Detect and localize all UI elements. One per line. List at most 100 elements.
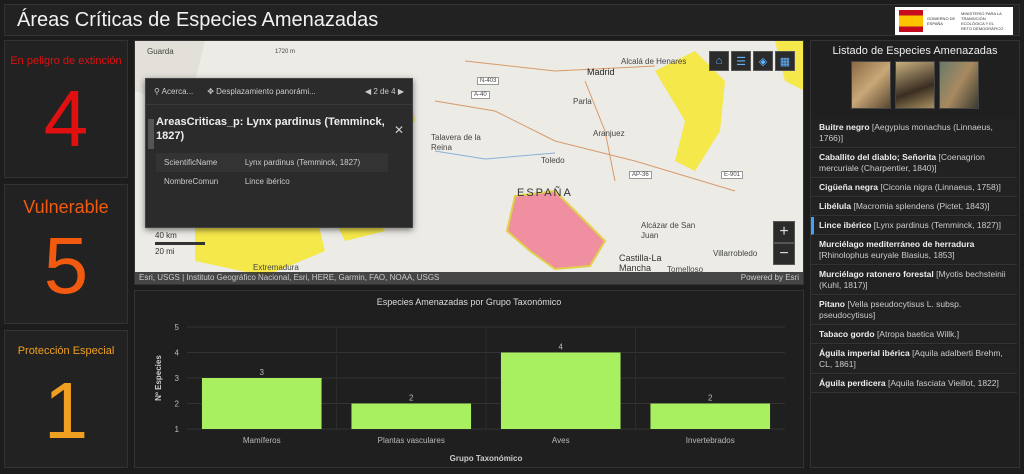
attribute-value: Lynx pardinus (Temminck, 1827): [236, 153, 388, 172]
species-list-item[interactable]: Libélula [Macromia splendens (Pictet, 18…: [811, 198, 1017, 216]
map-view[interactable]: Guarda Madrid Alcalá de Henares Parla Ar…: [134, 40, 804, 285]
map-label: Villarrobledo: [713, 249, 758, 258]
zoom-to-label: Acerca...: [161, 87, 194, 96]
species-list-item[interactable]: Tabaco gordo [Atropa baetica Willk.]: [811, 326, 1017, 344]
spain-flag-icon: [899, 10, 923, 32]
card-value: 5: [43, 221, 89, 310]
y-tick-label: 4: [175, 349, 180, 358]
basemap-gallery-icon[interactable]: ▦: [775, 51, 795, 71]
page-title: Áreas Críticas de Especies Amenazadas: [17, 9, 379, 31]
species-list-item[interactable]: Murciélago ratonero forestal [Myotis bec…: [811, 266, 1017, 295]
lynx-photo[interactable]: [939, 61, 979, 109]
card-proteccion-especial: Protección Especial 1: [4, 330, 128, 468]
zoom-in-button[interactable]: +: [773, 221, 795, 243]
scale-mi: 20 mi: [155, 247, 175, 256]
species-common-name: Murciélago ratonero forestal: [819, 269, 934, 279]
species-list: Buitre negro [Aegypius monachus (Linnaeu…: [811, 119, 1019, 393]
card-label: Vulnerable: [23, 197, 109, 217]
species-scientific-name: [Rhinolophus euryale Blasius, 1853]: [819, 250, 955, 260]
logo-text-government: GOBIERNO DE ESPAÑA: [927, 16, 956, 26]
species-common-name: Libélula: [819, 201, 852, 211]
map-label: Extremadura: [253, 263, 299, 272]
data-label: 2: [409, 394, 414, 403]
attribute-value: Lince ibérico: [244, 177, 290, 186]
species-common-name: Caballito del diablo; Señorita: [819, 152, 937, 162]
layers-icon[interactable]: ◈: [753, 51, 773, 71]
species-scientific-name: [Atropa baetica Willk.]: [874, 329, 960, 339]
species-thumbnails: [811, 61, 1019, 109]
y-tick-label: 5: [175, 323, 180, 332]
powered-by-esri[interactable]: Powered by Esri: [741, 272, 799, 284]
map-label: Alcázar de San Juan: [641, 221, 696, 240]
species-list-item[interactable]: Cigüeña negra [Ciconia nigra (Linnaeus, …: [811, 179, 1017, 197]
map-label: Alcalá de Henares: [621, 57, 687, 66]
close-icon[interactable]: ✕: [394, 123, 404, 137]
layer-list-icon[interactable]: ☰: [731, 51, 751, 71]
species-common-name: Cigüeña negra: [819, 182, 879, 192]
vulture-photo[interactable]: [895, 61, 935, 109]
species-common-name: Águila imperial ibérica: [819, 348, 910, 358]
map-label: 1720 m: [275, 49, 296, 55]
zoom-out-button[interactable]: −: [773, 243, 795, 265]
popup-page: 2 de 4: [373, 87, 396, 96]
next-icon[interactable]: ▶: [398, 87, 404, 96]
species-common-name: Murciélago mediterráneo de herradura: [819, 239, 975, 249]
data-label: 4: [559, 343, 564, 352]
map-toolbar: ⌂ ☰ ◈ ▦: [709, 51, 795, 71]
species-list-panel: Listado de Especies Amenazadas Buitre ne…: [810, 40, 1020, 468]
species-common-name: Lince ibérico: [819, 220, 872, 230]
attribute-row: NombreComun Lince ibérico: [156, 172, 388, 191]
map-label: Talavera de la Reina: [431, 133, 481, 152]
data-label: 2: [708, 394, 713, 403]
bar: [650, 403, 771, 429]
species-common-name: Pitano: [819, 299, 845, 309]
owl-photo[interactable]: [851, 61, 891, 109]
map-popup: ⚲ Acerca... ✥ Desplazamiento panorámi...…: [145, 78, 413, 228]
x-tick-label: Invertebrados: [686, 436, 735, 445]
y-tick-label: 2: [175, 400, 180, 409]
species-list-item[interactable]: Caballito del diablo; Señorita [Coenagri…: [811, 149, 1017, 178]
government-logo: GOBIERNO DE ESPAÑA MINISTERIO PARA LA TR…: [895, 7, 1013, 35]
species-scientific-name: [Lynx pardinus (Temminck, 1827)]: [871, 220, 1002, 230]
species-scientific-name: [Aquila fasciata Vieillot, 1822]: [885, 378, 999, 388]
species-list-item[interactable]: Lince ibérico [Lynx pardinus (Temminck, …: [811, 217, 1017, 235]
zoom-to-button[interactable]: ⚲ Acerca...: [154, 87, 193, 96]
popup-title: AreasCriticas_p: Lynx pardinus (Temminck…: [156, 116, 385, 142]
popup-attribute-table: ScientificName Lynx pardinus (Temminck, …: [156, 153, 388, 191]
species-scientific-name: [Ciconia nigra (Linnaeus, 1758)]: [878, 182, 1001, 192]
data-label: 3: [260, 368, 265, 377]
card-en-peligro: En peligro de extinción 4: [4, 40, 128, 178]
attribute-row: ScientificName Lynx pardinus (Temminck, …: [156, 153, 388, 172]
road-label: N-403: [477, 77, 500, 85]
x-tick-label: Aves: [552, 436, 570, 445]
species-list-item[interactable]: Águila imperial ibérica [Aquila adalbert…: [811, 345, 1017, 374]
pan-button[interactable]: ✥ Desplazamiento panorámi...: [207, 87, 316, 96]
map-label: Castilla-La Mancha: [619, 253, 662, 273]
bar: [351, 403, 472, 429]
app-header: Áreas Críticas de Especies Amenazadas GO…: [4, 4, 1020, 36]
species-list-item[interactable]: Águila perdicera [Aquila fasciata Vieill…: [811, 375, 1017, 393]
species-list-item[interactable]: Buitre negro [Aegypius monachus (Linnaeu…: [811, 119, 1017, 148]
map-label: Madrid: [587, 67, 615, 77]
popup-scrollbar[interactable]: [146, 119, 156, 179]
card-value: 1: [43, 366, 89, 455]
y-tick-label: 1: [175, 425, 180, 434]
scale-bar: 40 km 20 mi: [155, 231, 205, 256]
road-label: E-901: [721, 171, 744, 179]
x-axis-label: Grupo Taxonómico: [450, 454, 523, 463]
map-label: Guarda: [147, 47, 174, 56]
attribute-key: ScientificName: [156, 153, 237, 172]
map-label: ESPAÑA: [517, 187, 573, 199]
bar: [201, 378, 322, 429]
species-scientific-name: [Macromia splendens (Pictet, 1843)]: [851, 201, 990, 211]
species-list-item[interactable]: Pitano [Vella pseudocytisus L. subsp. ps…: [811, 296, 1017, 325]
pan-label: Desplazamiento panorámi...: [216, 87, 316, 96]
popup-pagination: ◀ 2 de 4 ▶: [365, 87, 404, 96]
species-list-item[interactable]: Murciélago mediterráneo de herradura [Rh…: [811, 236, 1017, 265]
map-attribution: Esri, USGS | Instituto Geográfico Nacion…: [135, 272, 803, 284]
species-common-name: Águila perdicera: [819, 378, 886, 388]
prev-icon[interactable]: ◀: [365, 87, 371, 96]
home-icon[interactable]: ⌂: [709, 51, 729, 71]
card-vulnerable: Vulnerable 5: [4, 184, 128, 324]
attribute-key: NombreComun: [164, 177, 219, 186]
